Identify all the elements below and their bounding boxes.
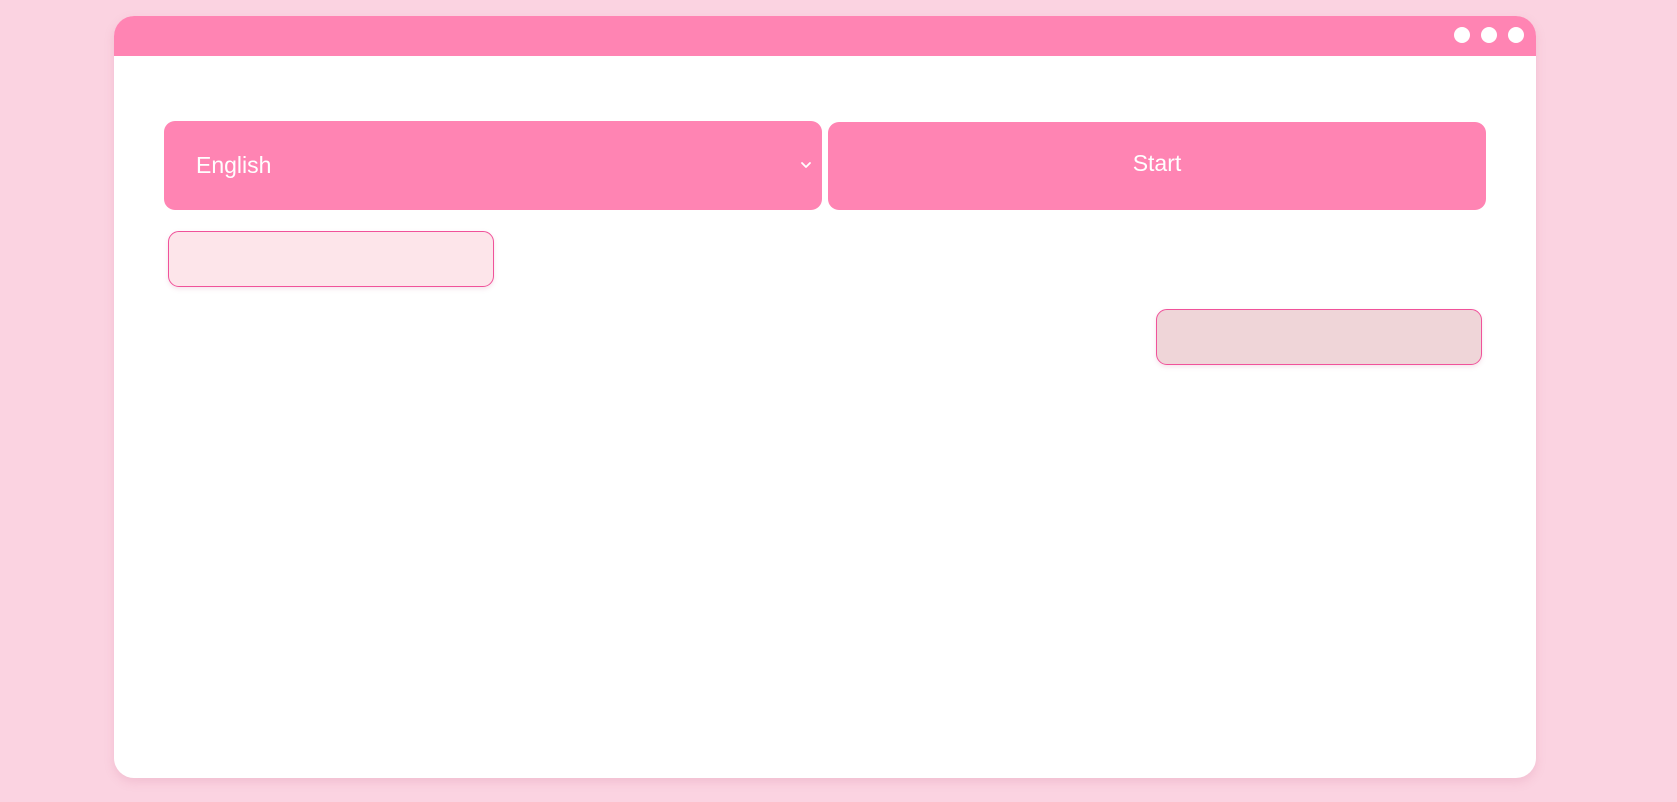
answer-input-right[interactable] xyxy=(1156,309,1482,365)
start-button[interactable]: Start xyxy=(828,122,1486,210)
window-control-dot-1[interactable] xyxy=(1454,27,1470,43)
app-window: English Start xyxy=(114,16,1536,778)
window-control-dot-3[interactable] xyxy=(1508,27,1524,43)
chevron-down-icon xyxy=(801,162,811,168)
answer-input-left[interactable] xyxy=(168,231,494,287)
window-control-dot-2[interactable] xyxy=(1481,27,1497,43)
language-select-value: English xyxy=(196,152,272,178)
language-select[interactable]: English xyxy=(164,121,822,210)
title-bar xyxy=(114,16,1536,56)
